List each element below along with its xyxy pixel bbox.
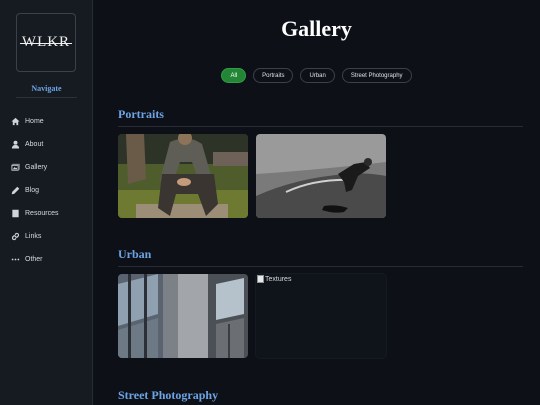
main-content: Gallery All Portraits Urban Street Photo… [93, 0, 540, 405]
gallery-image-textures-broken[interactable]: Textures [256, 274, 386, 358]
sidebar-item-label: Home [25, 118, 44, 125]
nav-divider [16, 97, 77, 98]
sidebar-item-label: Resources [25, 210, 59, 217]
filter-portraits-button[interactable]: Portraits [253, 68, 294, 83]
page-title: Gallery [281, 16, 352, 41]
nav-title: Navigate [31, 84, 62, 93]
sidebar-item-resources[interactable]: Resources [0, 202, 93, 225]
sidebar: WLKR Navigate Home About Gallery Blog Re… [0, 0, 93, 405]
sidebar-nav: Home About Gallery Blog Resources Links … [0, 110, 93, 271]
section-divider [118, 126, 523, 127]
link-icon [11, 232, 20, 241]
ellipsis-icon [11, 255, 20, 264]
sidebar-item-about[interactable]: About [0, 133, 93, 156]
sidebar-item-links[interactable]: Links [0, 225, 93, 248]
section-title-street-photography: Street Photography [118, 388, 219, 402]
gallery-image-portrait-beach[interactable] [256, 134, 386, 218]
filter-all-button[interactable]: All [221, 68, 247, 83]
logo-text: WLKR [19, 34, 73, 50]
site-logo[interactable]: WLKR [16, 13, 76, 72]
sidebar-item-label: About [25, 141, 44, 148]
sidebar-item-label: Gallery [25, 164, 48, 171]
section-divider [118, 266, 523, 267]
filter-bar: All Portraits Urban Street Photography [93, 68, 540, 83]
photo-urban-building [118, 274, 248, 358]
sidebar-item-label: Links [25, 233, 42, 240]
sidebar-item-label: Blog [25, 187, 40, 194]
sidebar-item-gallery[interactable]: Gallery [0, 156, 93, 179]
sidebar-item-label: Other [25, 256, 43, 263]
broken-image-alt-text: Textures [265, 275, 292, 283]
pencil-icon [11, 186, 20, 195]
home-icon [11, 117, 20, 126]
photo-portrait-beach [256, 134, 386, 218]
book-icon [11, 209, 20, 218]
section-title-urban: Urban [118, 247, 152, 261]
user-icon [11, 140, 20, 149]
photo-portrait-seated [118, 134, 248, 218]
section-title-portraits: Portraits [118, 107, 164, 121]
gallery-icon [11, 163, 20, 172]
sidebar-item-other[interactable]: Other [0, 248, 93, 271]
gallery-image-urban-building[interactable] [118, 274, 248, 358]
filter-urban-button[interactable]: Urban [300, 68, 335, 83]
sidebar-item-blog[interactable]: Blog [0, 179, 93, 202]
filter-street-photography-button[interactable]: Street Photography [341, 68, 412, 83]
gallery-image-portrait-seated[interactable] [118, 134, 248, 218]
broken-image-icon [257, 275, 264, 283]
broken-image-alt: Textures [257, 275, 291, 283]
sidebar-item-home[interactable]: Home [0, 110, 93, 133]
